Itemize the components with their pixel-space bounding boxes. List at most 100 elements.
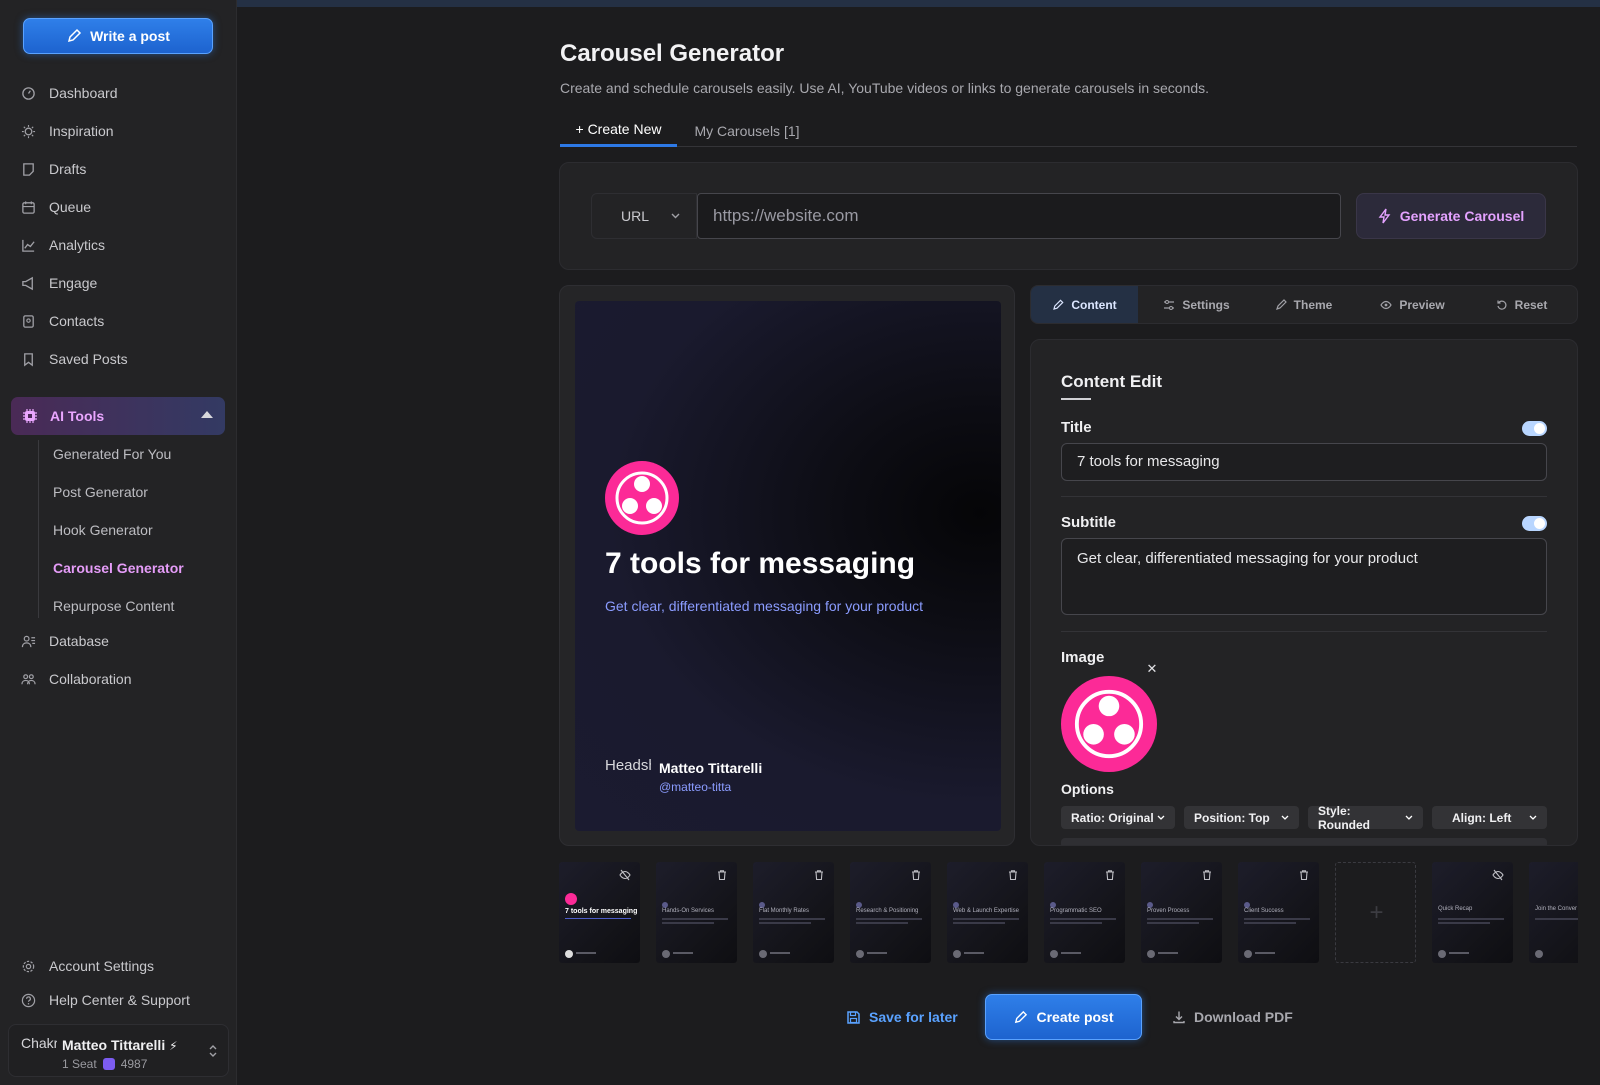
slide-thumbnail[interactable]: 7 tools for messaging [559, 862, 640, 963]
thumbnail-author-line [1449, 952, 1469, 954]
thumbnail-text-line [759, 922, 811, 924]
align-select[interactable]: Align: Left [1432, 806, 1547, 829]
slide-thumbnail[interactable]: Flat Monthly Rates [753, 862, 834, 963]
image-thumbnail[interactable] [1061, 676, 1157, 772]
create-post-button[interactable]: Create post [985, 994, 1142, 1040]
thumbnail-text-line [953, 922, 1005, 924]
tab-theme[interactable]: Theme [1250, 286, 1357, 323]
lightbulb-icon [21, 124, 36, 138]
slide-thumbnail[interactable]: Proven Process [1141, 862, 1222, 963]
trash-icon[interactable] [1104, 869, 1116, 881]
write-post-button[interactable]: Write a post [23, 18, 213, 54]
create-post-label: Create post [1036, 1009, 1114, 1025]
sidebar-item-label: Drafts [49, 161, 87, 177]
add-slide-button[interactable]: + [1335, 862, 1416, 963]
tab-create-new[interactable]: + Create New [560, 114, 677, 147]
sidebar-subitem-post-generator[interactable]: Post Generator [53, 481, 148, 503]
trash-icon[interactable] [716, 869, 728, 881]
title-input[interactable]: 7 tools for messaging [1061, 443, 1547, 481]
eye-off-icon[interactable] [1492, 869, 1504, 881]
sidebar-item-label: Contacts [49, 313, 105, 329]
sidebar-subitem-repurpose-content[interactable]: Repurpose Content [53, 595, 174, 617]
sidebar-item-engage[interactable]: Engage [21, 271, 97, 295]
chevron-down-icon [1405, 815, 1413, 820]
title-toggle[interactable] [1522, 421, 1547, 436]
ratio-select[interactable]: Ratio: Original [1061, 806, 1175, 829]
tab-content[interactable]: Content [1031, 286, 1138, 323]
download-pdf-button[interactable]: Download PDF [1172, 1000, 1293, 1034]
tab-reset[interactable]: Reset [1468, 286, 1575, 323]
team-icon [21, 673, 36, 684]
sidebar: Write a post Dashboard Inspiration Draft… [0, 0, 237, 1085]
pencil-icon [1053, 298, 1064, 310]
sidebar-item-database[interactable]: Database [21, 629, 109, 653]
write-post-label: Write a post [90, 28, 170, 44]
sidebar-item-label: Account Settings [49, 958, 155, 974]
sidebar-item-analytics[interactable]: Analytics [21, 233, 105, 257]
tab-my-carousels[interactable]: My Carousels [1] [692, 114, 802, 147]
style-select[interactable]: Style: Rounded [1308, 804, 1423, 832]
tab-settings[interactable]: Settings [1143, 286, 1250, 323]
slide-thumbnail[interactable]: Web & Launch Expertise [947, 862, 1028, 963]
carousel-tabs: + Create New My Carousels [1] [560, 114, 1577, 147]
sidebar-item-queue[interactable]: Queue [21, 195, 91, 219]
sidebar-item-account-settings[interactable]: Account Settings [21, 954, 154, 978]
tab-label: Settings [1182, 297, 1230, 312]
sidebar-item-help[interactable]: Help Center & Support [21, 988, 190, 1012]
subtitle-toggle[interactable] [1522, 516, 1547, 531]
slide-thumbnail[interactable]: Hands-On Services [656, 862, 737, 963]
save-for-later-button[interactable]: Save for later [846, 1000, 958, 1034]
save-for-later-label: Save for later [869, 1009, 958, 1025]
top-bar [237, 0, 1600, 7]
submenu-guide-line [38, 440, 39, 618]
subtitle-textarea[interactable]: Get clear, differentiated messaging for … [1061, 538, 1547, 615]
trash-icon[interactable] [813, 869, 825, 881]
sidebar-item-drafts[interactable]: Drafts [21, 157, 86, 181]
chevron-down-icon [671, 213, 680, 219]
position-select[interactable]: Position: Top [1184, 806, 1299, 829]
sidebar-item-saved-posts[interactable]: Saved Posts [21, 347, 128, 371]
tab-preview[interactable]: Preview [1359, 286, 1466, 323]
width-slider[interactable] [1061, 838, 1547, 845]
remove-image-close-icon[interactable]: ✕ [1145, 662, 1159, 676]
slide-thumbnails: 7 tools for messaging Hands-On Services … [559, 861, 1578, 963]
slide-thumbnail[interactable]: Quick Recap [1432, 862, 1513, 963]
eye-icon [1380, 300, 1393, 309]
slide-preview[interactable]: 7 tools for messaging Get clear, differe… [575, 301, 1001, 831]
thumbnail-title: Quick Recap [1438, 906, 1473, 912]
slide-thumbnail[interactable]: Client Success [1238, 862, 1319, 963]
content-edit-heading: Content Edit [1061, 372, 1163, 391]
eye-off-icon[interactable] [619, 869, 631, 881]
thumbnail-text-line [953, 918, 1019, 920]
sidebar-item-inspiration[interactable]: Inspiration [21, 119, 114, 143]
slide-thumbnail[interactable]: Programmatic SEO [1044, 862, 1125, 963]
sidebar-item-label: Inspiration [49, 123, 114, 139]
sidebar-subitem-carousel-generator[interactable]: Carousel Generator [53, 557, 184, 579]
thumbnail-text-line [1535, 918, 1578, 920]
trash-icon[interactable] [1298, 869, 1310, 881]
sidebar-subitem-hook-generator[interactable]: Hook Generator [53, 519, 153, 541]
gear-icon [22, 960, 35, 972]
trash-icon[interactable] [1007, 869, 1019, 881]
url-input[interactable]: https://website.com [697, 193, 1341, 239]
sidebar-item-ai-tools[interactable]: AI Tools [11, 397, 225, 435]
user-account-switcher[interactable]: Chakra Matteo Tittarelli ⚡ 1 Seat 4987 [8, 1024, 229, 1077]
slide-thumbnail[interactable]: Join the Conver [1529, 862, 1578, 963]
trash-icon[interactable] [910, 869, 922, 881]
seat-count: 1 Seat [62, 1057, 97, 1071]
source-type-select[interactable]: URL [591, 193, 697, 239]
tab-label: Preview [1399, 297, 1445, 312]
thumbnail-text-line [1244, 922, 1296, 924]
sidebar-item-collaboration[interactable]: Collaboration [21, 667, 132, 691]
sidebar-item-dashboard[interactable]: Dashboard [21, 81, 118, 105]
option-value: Position: Top [1194, 810, 1270, 825]
sidebar-subitem-generated-for-you[interactable]: Generated For You [53, 443, 171, 465]
generate-carousel-button[interactable]: Generate Carousel [1356, 193, 1546, 239]
sidebar-item-contacts[interactable]: Contacts [21, 309, 104, 333]
slide-thumbnail[interactable]: Research & Positioning [850, 862, 931, 963]
trash-icon[interactable] [1201, 869, 1213, 881]
thumbnail-logo [565, 893, 577, 905]
content-edit-panel: Content Edit Title 7 tools for messaging… [1030, 339, 1578, 846]
image-label: Image [1061, 649, 1105, 666]
credit-icon [102, 1058, 115, 1070]
